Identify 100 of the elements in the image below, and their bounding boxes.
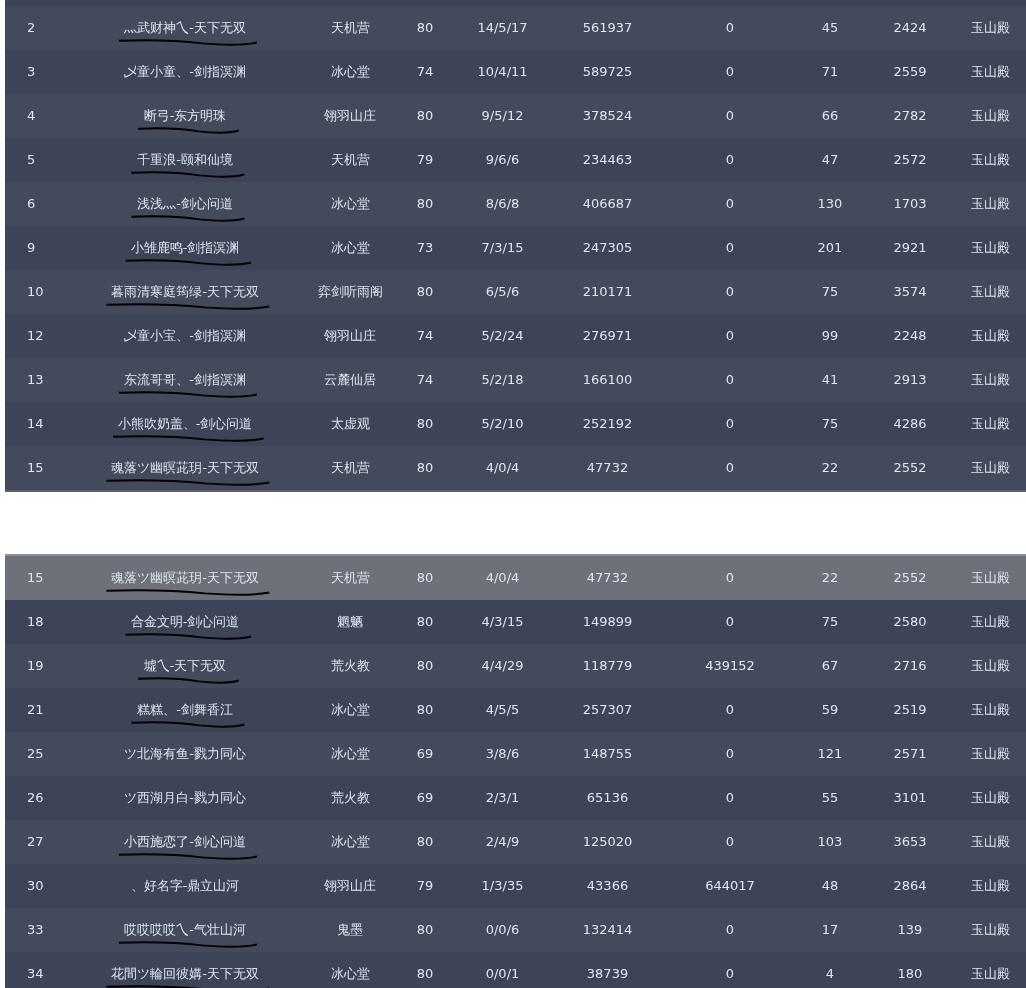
- level-cell-text: 74: [416, 63, 434, 82]
- rank-cell-text: 26: [26, 789, 44, 808]
- table-cell-text: 47: [821, 151, 839, 170]
- table-cell-text: 0: [725, 965, 735, 984]
- table-cell-text: 0: [725, 745, 735, 764]
- score-cell-text: 47732: [586, 459, 629, 478]
- table-cell-text: 0: [725, 833, 735, 852]
- score-cell-text: 148755: [582, 745, 633, 764]
- level-cell-text: 80: [416, 613, 434, 632]
- level-cell-text: 80: [416, 195, 434, 214]
- table-cell-text: 75: [821, 415, 839, 434]
- player-name: 魂落ツ幽暝茈玥-天下无双: [111, 569, 259, 588]
- record-cell-text: 0/0/1: [485, 965, 520, 984]
- table-cell-text: 45: [821, 19, 839, 38]
- server-cell-text: 玉山殿: [971, 745, 1010, 764]
- server-cell-text: 玉山殿: [971, 833, 1010, 852]
- server-cell-text: 玉山殿: [971, 371, 1010, 390]
- level-cell-text: 80: [416, 415, 434, 434]
- table-cell-text: 0: [725, 107, 735, 126]
- player-name: 乄童小宝、-剑指溟渊: [124, 327, 246, 346]
- table-cell-text: 0: [725, 195, 735, 214]
- table-cell-text: 41: [821, 371, 839, 390]
- record-cell-text: 14/5/17: [477, 19, 528, 38]
- table-cell-text: 0: [725, 371, 735, 390]
- rank-cell-text: 12: [26, 327, 44, 346]
- sect-cell-text: 翎羽山庄: [324, 327, 376, 346]
- score-cell-text: 257307: [582, 701, 633, 720]
- table-cell-text: 201: [817, 239, 843, 258]
- level-cell-text: 80: [416, 921, 434, 940]
- rank-cell-text: 19: [26, 657, 44, 676]
- server-cell-text: 玉山殿: [971, 151, 1010, 170]
- record-cell-text: 9/6/6: [485, 151, 520, 170]
- sect-cell-text: 冰心堂: [330, 701, 370, 720]
- rank-cell-text: 15: [26, 569, 44, 588]
- server-cell-text: 玉山殿: [971, 789, 1010, 808]
- table-cell-text: 3574: [893, 283, 927, 302]
- table-cell-text: 139: [897, 921, 923, 940]
- server-cell-text: 玉山殿: [971, 613, 1010, 632]
- sect-cell-text: 天机营: [330, 569, 370, 588]
- rank-cell-text: 18: [26, 613, 44, 632]
- table-cell-text: 0: [725, 569, 735, 588]
- record-cell-text: 2/3/1: [485, 789, 520, 808]
- level-cell-text: 80: [416, 965, 434, 984]
- table-cell-text: 71: [821, 63, 839, 82]
- sect-cell-text: 翎羽山庄: [324, 107, 376, 126]
- sect-cell-text: 弈剑听雨阁: [317, 283, 383, 302]
- rank-cell-text: 14: [26, 415, 44, 434]
- rank-cell-text: 30: [26, 877, 44, 896]
- table-cell-text: 0: [725, 327, 735, 346]
- score-cell-text: 210171: [582, 283, 633, 302]
- table-cell-text: 2782: [893, 107, 927, 126]
- table-cell-text: 0: [725, 151, 735, 170]
- record-cell-text: 3/8/6: [485, 745, 520, 764]
- table-cell-text: 0: [725, 415, 735, 434]
- score-cell-text: 149899: [582, 613, 633, 632]
- rank-cell-text: 27: [26, 833, 44, 852]
- level-cell-text: 80: [416, 459, 434, 478]
- sect-cell-text: 天机营: [330, 19, 370, 38]
- player-name: 、好名字-鼎立山河: [130, 877, 240, 896]
- sect-cell-text: 冰心堂: [330, 239, 370, 258]
- table-cell-text: 3101: [893, 789, 927, 808]
- level-cell-text: 80: [416, 283, 434, 302]
- table-cell-text: 180: [897, 965, 923, 984]
- server-cell-text: 玉山殿: [971, 107, 1010, 126]
- score-cell-text: 47732: [586, 569, 629, 588]
- server-cell-text: 玉山殿: [971, 63, 1010, 82]
- table-cell-text: 130: [817, 195, 843, 214]
- sect-cell-text: 云麓仙居: [324, 371, 376, 390]
- table-cell-text: 17: [821, 921, 839, 940]
- player-name: 小西施恋了-剑心问道: [124, 833, 246, 852]
- table-cell-text: 2424: [893, 19, 927, 38]
- record-cell-text: 5/2/24: [481, 327, 524, 346]
- rank-cell-text: 34: [26, 965, 44, 984]
- rank-cell-text: 10: [26, 283, 44, 302]
- record-cell-text: 9/5/12: [481, 107, 524, 126]
- score-cell-text: 252192: [582, 415, 633, 434]
- record-cell-text: 8/6/8: [485, 195, 520, 214]
- server-cell-text: 玉山殿: [971, 327, 1010, 346]
- record-cell-text: 1/3/35: [481, 877, 524, 896]
- table-cell-text: 2864: [893, 877, 927, 896]
- table-cell-text: 2552: [893, 459, 927, 478]
- table-cell-text: 0: [725, 701, 735, 720]
- player-name: 合金文明-剑心问道: [130, 613, 240, 632]
- level-cell-text: 80: [416, 19, 434, 38]
- record-cell-text: 4/5/5: [485, 701, 520, 720]
- level-cell-text: 80: [416, 657, 434, 676]
- player-name: 断弓-东方明珠: [143, 107, 227, 126]
- table-cell-text: 75: [821, 613, 839, 632]
- record-cell-text: 7/3/15: [481, 239, 524, 258]
- rank-cell-text: 2: [26, 19, 36, 38]
- table-cell-text: 4: [825, 965, 835, 984]
- record-cell-text: 6/5/6: [485, 283, 520, 302]
- server-cell-text: 玉山殿: [971, 569, 1010, 588]
- table-cell-text: 103: [817, 833, 843, 852]
- table-cell-text: 66: [821, 107, 839, 126]
- score-cell-text: 125020: [582, 833, 633, 852]
- record-cell-text: 4/4/29: [481, 657, 524, 676]
- table-cell-text: 2248: [893, 327, 927, 346]
- score-cell-text: 561937: [582, 19, 633, 38]
- record-cell-text: 4/0/4: [485, 459, 520, 478]
